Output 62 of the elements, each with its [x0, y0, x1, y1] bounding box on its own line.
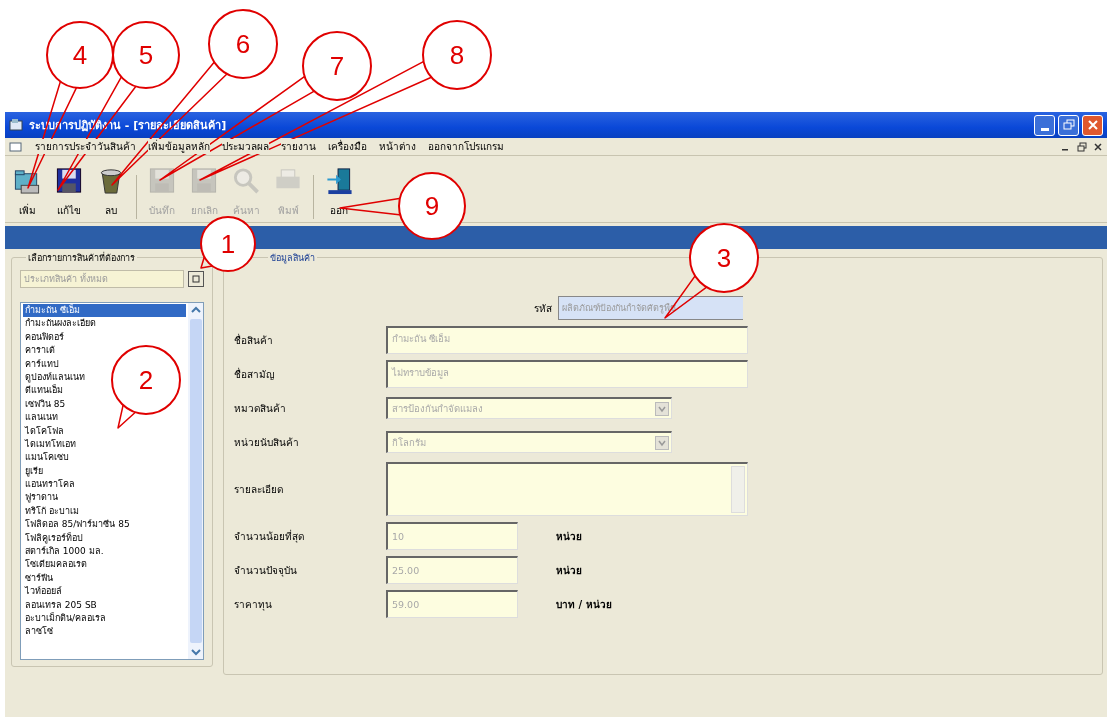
list-item[interactable]: อะบาเม็กติน/คลอเรล: [23, 612, 109, 626]
field-label: รหัส: [534, 301, 552, 316]
restore-icon: [1062, 119, 1075, 131]
document-icon: [9, 140, 23, 153]
list-item[interactable]: แอนทราโคล: [23, 478, 77, 492]
toolbar-button[interactable]: เพิ่ม: [7, 162, 47, 222]
field-label: ราคาทุน: [234, 597, 273, 612]
field-label: จำนวนน้อยที่สุด: [234, 528, 305, 544]
unit-label: หน่วย: [556, 563, 582, 578]
list-item[interactable]: ลอนเทรล 205 SB: [23, 598, 99, 612]
list-item[interactable]: ซาร์ฟีน: [23, 571, 55, 586]
list-item[interactable]: กำมะถันผงละเอียด: [23, 317, 98, 331]
square-icon: [191, 274, 201, 284]
list-item[interactable]: ฟูราดาน: [23, 491, 60, 505]
close-icon: [1086, 119, 1099, 131]
field-label: ชื่อสามัญ: [234, 366, 276, 382]
list-item[interactable]: ดีแทนเอ็ม: [23, 384, 65, 398]
list-item[interactable]: กำมะถัน ซีเอ็ม: [23, 304, 186, 318]
field-label: หมวดสินค้า: [234, 401, 287, 416]
toolbar-button[interactable]: ลบ: [91, 162, 131, 222]
list-item[interactable]: ดูปองท์แลนเนท: [23, 370, 87, 385]
list-item[interactable]: แลนเนท: [23, 411, 60, 425]
list-item[interactable]: ยูเรีย: [23, 464, 45, 479]
field-label: จำนวนปัจจุบัน: [234, 563, 298, 578]
app-icon: [9, 118, 23, 132]
list-item[interactable]: โซเดียมคลอเรต: [23, 558, 89, 572]
close-icon[interactable]: [1093, 141, 1103, 152]
list-item[interactable]: เซฟวิน 85: [23, 397, 68, 412]
toolbar-button[interactable]: ออก: [319, 162, 359, 222]
menu-item[interactable]: ประมวลผล: [222, 139, 269, 154]
minimize-button[interactable]: [1034, 114, 1055, 136]
list-item[interactable]: แมนโคเซบ: [23, 451, 71, 465]
scrollbar[interactable]: [188, 303, 203, 659]
field-label: หน่วยนับสินค้า: [234, 435, 300, 450]
callout-bubble: 1: [200, 216, 256, 272]
list-item[interactable]: ลาซโซ่: [23, 625, 55, 639]
panel-title: ข้อมูลสินค้า: [268, 251, 317, 265]
menu-item[interactable]: เพิ่มข้อมูลหลัก: [148, 139, 210, 154]
unit-label: บาท / หน่วย: [556, 597, 612, 612]
close-button[interactable]: [1082, 114, 1103, 136]
unit-label: หน่วย: [556, 529, 582, 544]
exit-door-icon: [324, 166, 354, 195]
list-item[interactable]: โฟลิคูเรอร์ท็อป: [23, 531, 85, 546]
minimize-icon: [1040, 127, 1049, 131]
list-item[interactable]: ไดเมทโทเอท: [23, 437, 78, 452]
restore-button[interactable]: [1058, 114, 1079, 136]
list-item[interactable]: คอนฟิดอร์: [23, 330, 66, 345]
list-item[interactable]: ไดโคโฟล: [23, 424, 66, 438]
field-label: รายละเอียด: [234, 482, 284, 497]
restore-icon[interactable]: [1077, 141, 1087, 152]
field-label: ชื่อสินค้า: [234, 332, 274, 348]
toolbar-button[interactable]: แก้ไข: [49, 162, 89, 222]
product-list[interactable]: [20, 302, 204, 660]
list-item[interactable]: ไวท์ออยล์: [23, 585, 64, 599]
list-item[interactable]: คาราเต้: [23, 344, 57, 358]
magnifier-icon: [231, 166, 261, 195]
list-item[interactable]: คาร์แทป: [23, 357, 61, 371]
list-item[interactable]: สตาร์เกิล 1000 มล.: [23, 545, 106, 559]
list-item[interactable]: ทริโก้ อะบาเม: [23, 504, 81, 519]
list-item[interactable]: โฟลิดอล 85/ฟาร์มาซีน 85: [23, 518, 132, 532]
filter-button[interactable]: [188, 271, 204, 287]
menu-item[interactable]: รายการประจำวันสินค้า: [35, 139, 136, 154]
